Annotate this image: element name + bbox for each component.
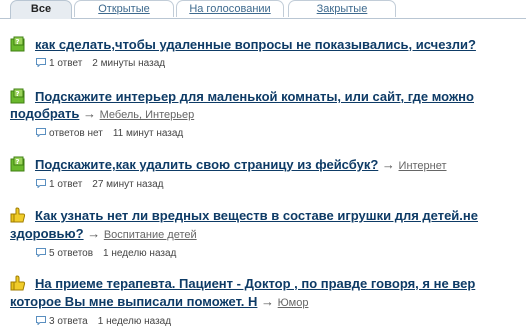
category-link[interactable]: Юмор bbox=[278, 297, 309, 309]
question-link[interactable]: Как узнать нет ли вредных веществ в сост… bbox=[35, 208, 478, 223]
category-arrow: → bbox=[261, 294, 275, 309]
question-link-continued[interactable]: которое Вы мне выписали поможет. Н bbox=[10, 294, 257, 309]
question-open-green-icon bbox=[10, 88, 25, 104]
answer-count: ответов нет bbox=[49, 128, 103, 139]
question-meta: 5 ответов 1 неделю назад bbox=[36, 248, 176, 260]
comment-bubble-icon bbox=[36, 316, 46, 325]
question-meta: 1 ответ 2 минуты назад bbox=[36, 58, 165, 70]
answer-count: 1 ответ bbox=[49, 179, 83, 190]
question-title-row-2: подобрать → Мебель, Интерьер bbox=[10, 105, 501, 124]
question-link[interactable]: На приеме терапевта. Пациент - Доктор , … bbox=[35, 276, 475, 291]
question-title-row: Как узнать нет ли вредных веществ в сост… bbox=[35, 207, 526, 225]
comment-bubble-icon bbox=[36, 58, 46, 67]
category-link[interactable]: Мебель, Интерьер bbox=[100, 109, 195, 121]
comment-bubble-icon bbox=[36, 128, 46, 137]
question-meta: 3 ответа 1 неделю назад bbox=[36, 316, 171, 328]
category-link[interactable]: Воспитание детей bbox=[104, 229, 197, 241]
question-meta: 1 ответ 27 минут назад bbox=[36, 179, 163, 191]
question-title-row-2: которое Вы мне выписали поможет. Н → Юмо… bbox=[10, 293, 501, 312]
category-arrow: → bbox=[87, 226, 101, 241]
question-voting-yellow-icon bbox=[10, 207, 26, 223]
question-title-row: На приеме терапевта. Пациент - Доктор , … bbox=[35, 275, 526, 293]
answer-count: 1 ответ bbox=[49, 58, 83, 69]
question-link-continued[interactable]: подобрать bbox=[10, 106, 79, 121]
tab-underline bbox=[0, 18, 526, 19]
category-arrow: → bbox=[381, 157, 395, 172]
answer-count: 3 ответа bbox=[49, 316, 88, 327]
question-open-green-icon bbox=[10, 156, 25, 172]
question-time: 11 минут назад bbox=[112, 128, 184, 139]
question-voting-yellow-icon bbox=[10, 275, 26, 291]
question-title-row: Подскажите,как удалить свою страницу из … bbox=[35, 156, 526, 175]
category-link[interactable]: Интернет bbox=[399, 160, 447, 172]
question-time: 1 неделю назад bbox=[97, 316, 172, 327]
question-link[interactable]: Подскажите,как удалить свою страницу из … bbox=[35, 157, 378, 172]
tab-voting[interactable]: На голосовании bbox=[176, 0, 284, 17]
question-open-green-icon bbox=[10, 36, 25, 52]
comment-bubble-icon bbox=[36, 248, 46, 257]
question-link[interactable]: Подскажите интерьер для маленькой комнат… bbox=[35, 89, 474, 104]
question-time: 2 минуты назад bbox=[92, 58, 166, 69]
category-arrow: → bbox=[83, 106, 96, 121]
question-title-row: как сделать,чтобы удаленные вопросы не п… bbox=[35, 36, 526, 54]
tab-open[interactable]: Открытые bbox=[74, 0, 174, 17]
question-meta: ответов нет 11 минут назад bbox=[36, 128, 183, 140]
question-link[interactable]: как сделать,чтобы удаленные вопросы не п… bbox=[35, 37, 476, 52]
question-time: 1 неделю назад bbox=[103, 248, 177, 259]
comment-bubble-icon bbox=[36, 179, 46, 188]
question-title-row-2: здоровью? → Воспитание детей bbox=[10, 225, 501, 244]
answer-count: 5 ответов bbox=[49, 248, 94, 259]
question-time: 27 минут назад bbox=[92, 179, 164, 190]
tab-all[interactable]: Все bbox=[10, 0, 72, 19]
question-link-continued[interactable]: здоровью? bbox=[10, 226, 84, 241]
question-filter-tabs: Все Открытые На голосовании Закрытые bbox=[0, 0, 526, 20]
tab-closed[interactable]: Закрытые bbox=[288, 0, 396, 17]
question-title-row: Подскажите интерьер для маленькой комнат… bbox=[35, 88, 526, 106]
